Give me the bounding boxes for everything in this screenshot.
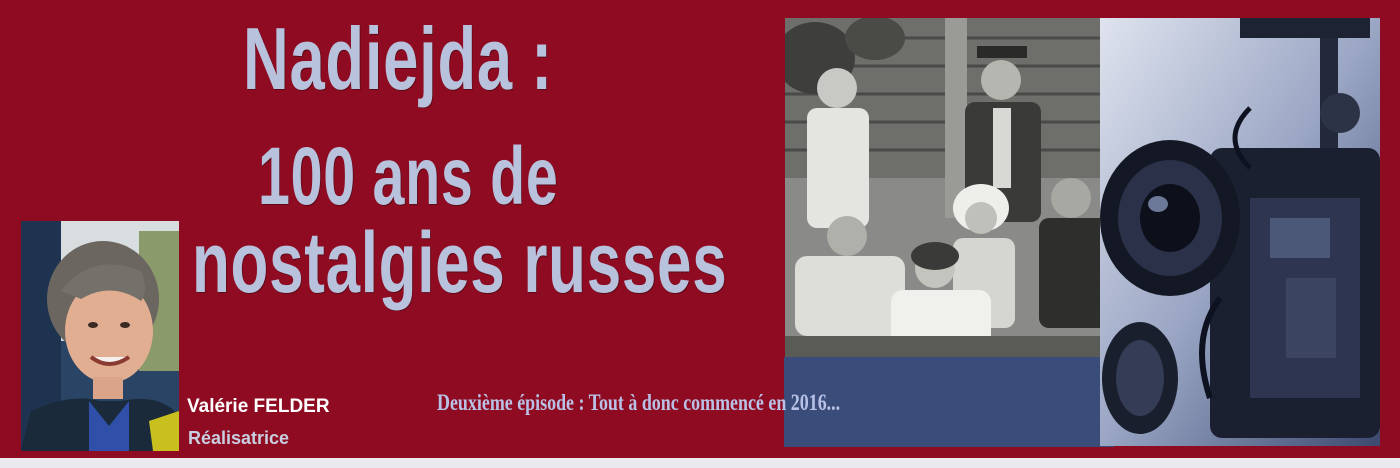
portrait-illustration [21,221,179,451]
film-camera-photo [1100,18,1380,446]
director-name: Valérie FELDER [187,396,330,417]
bottom-strip [0,458,1400,468]
historic-group-photo [785,18,1117,357]
director-portrait-photo [21,221,179,451]
title-line-3: nostalgies russes [192,215,728,311]
camera-illustration [1100,18,1380,446]
director-role: Réalisatrice [188,428,290,448]
episode-subtitle: Deuxième épisode : Tout à donc commencé … [437,390,841,415]
group-photo-illustration [785,18,1117,357]
banner: Nadiejda : 100 ans de nostalgies russes [0,0,1400,468]
title-line-2: 100 ans de [258,131,559,222]
title-line-1: Nadiejda : [243,9,553,108]
